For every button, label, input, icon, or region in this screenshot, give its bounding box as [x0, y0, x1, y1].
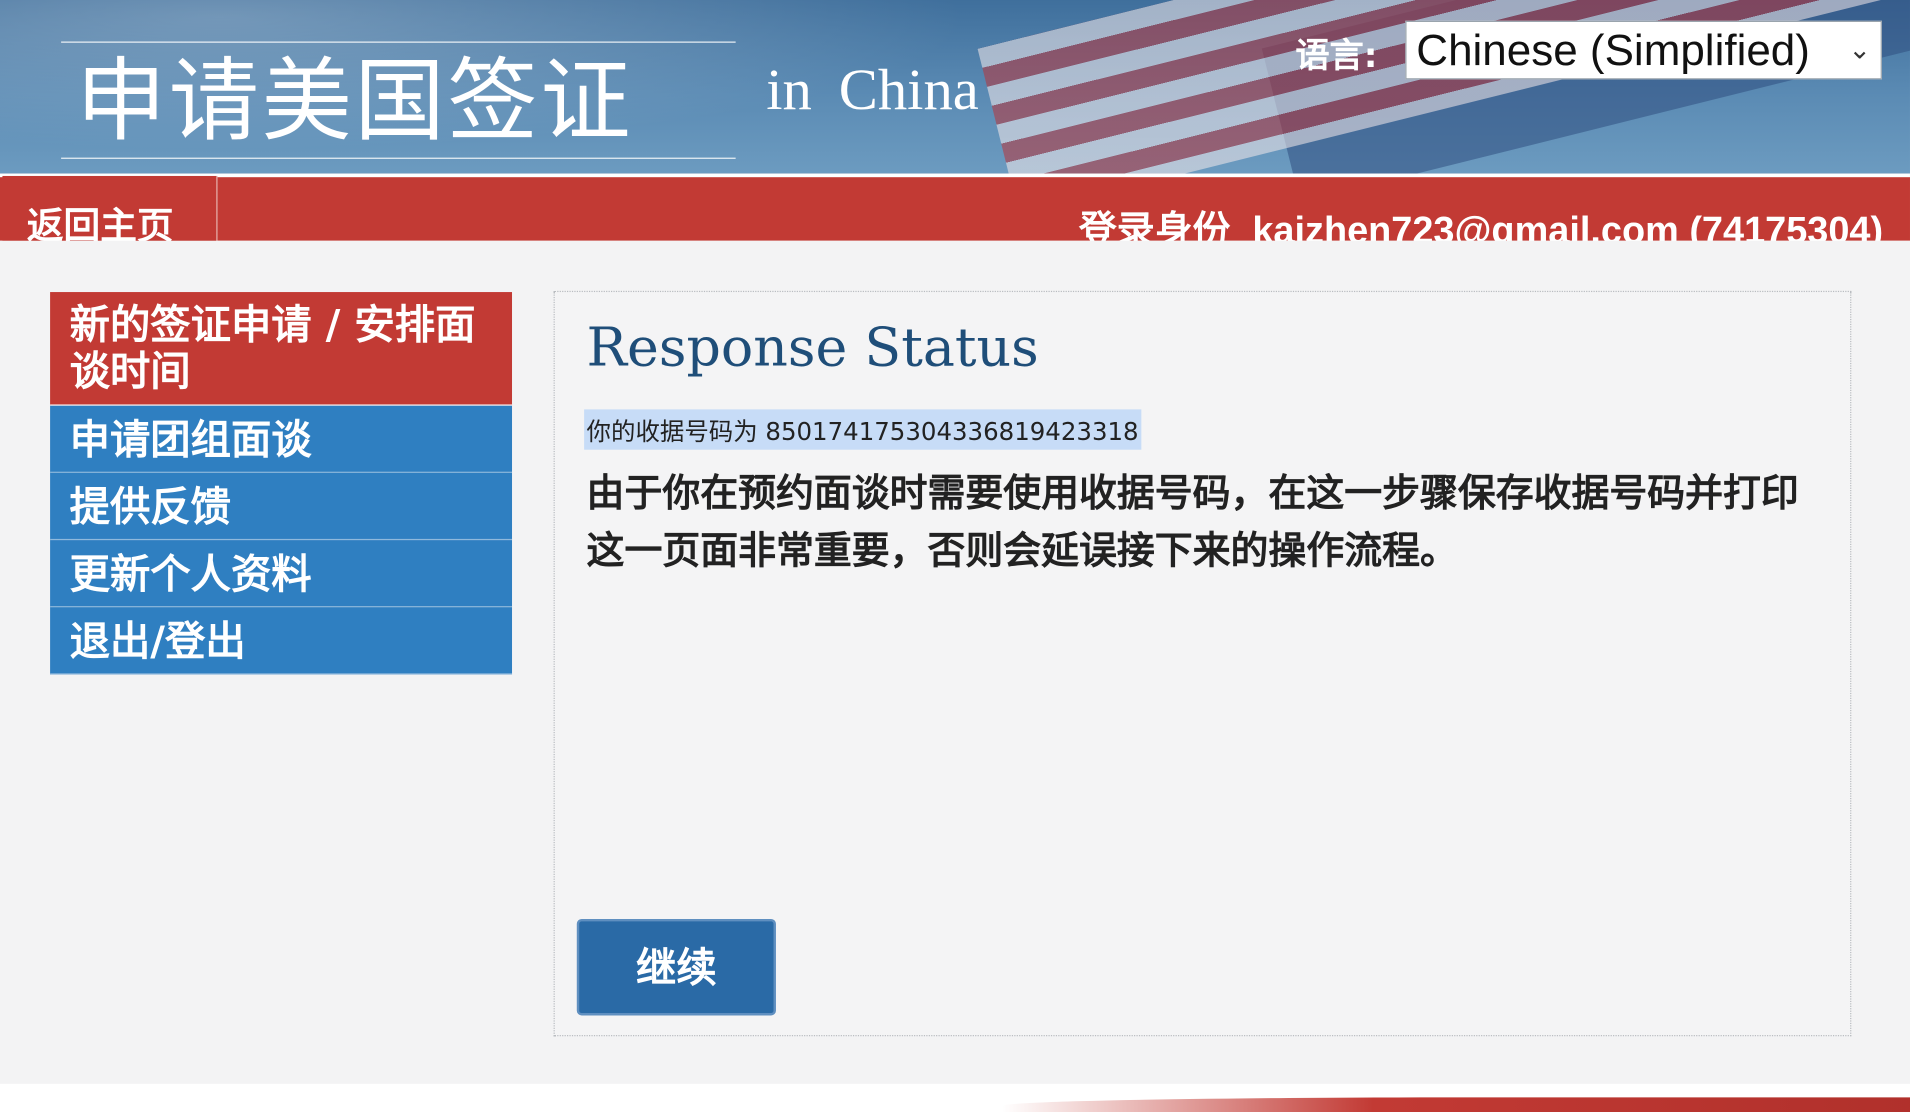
sidebar-item-new-application[interactable]: 新的签证申请 / 安排面谈时间 — [50, 292, 513, 406]
sidebar-item-feedback[interactable]: 提供反馈 — [50, 472, 513, 541]
chevron-down-icon: ⌄ — [1848, 34, 1871, 65]
language-select[interactable]: Chinese (Simplified) ⌄ — [1405, 20, 1882, 80]
page: 申请美国签证 in China 语言: Chinese (Simplified)… — [0, 0, 1910, 1112]
site-subtitle: in China — [766, 57, 979, 123]
sidebar-menu: 新的签证申请 / 安排面谈时间 申请团组面谈 提供反馈 更新个人资料 退出/登出 — [50, 292, 513, 675]
response-status-panel: Response Status 你的收据号码为 8501741753043368… — [553, 290, 1852, 1037]
sidebar-item-update-profile[interactable]: 更新个人资料 — [50, 540, 513, 608]
page-title: Response Status — [586, 316, 1039, 379]
footer-swoosh-decoration — [1002, 1097, 1910, 1112]
sidebar-item-logout[interactable]: 退出/登出 — [50, 607, 513, 675]
site-title: 申请美国签证 — [75, 48, 633, 154]
language-label: 语言: — [1295, 35, 1378, 76]
receipt-number-text: 你的收据号码为 85017417530433681942331​8 — [584, 409, 1142, 450]
language-selected-value: Chinese (Simplified) — [1416, 24, 1810, 75]
continue-button[interactable]: 继续 — [576, 918, 776, 1016]
sidebar-item-group-interview[interactable]: 申请团组面谈 — [50, 405, 513, 473]
notice-text: 由于你在预约面谈时需要使用收据号码，在这一步骤保存收据号码并打印这一页面非常重要… — [586, 471, 1799, 574]
